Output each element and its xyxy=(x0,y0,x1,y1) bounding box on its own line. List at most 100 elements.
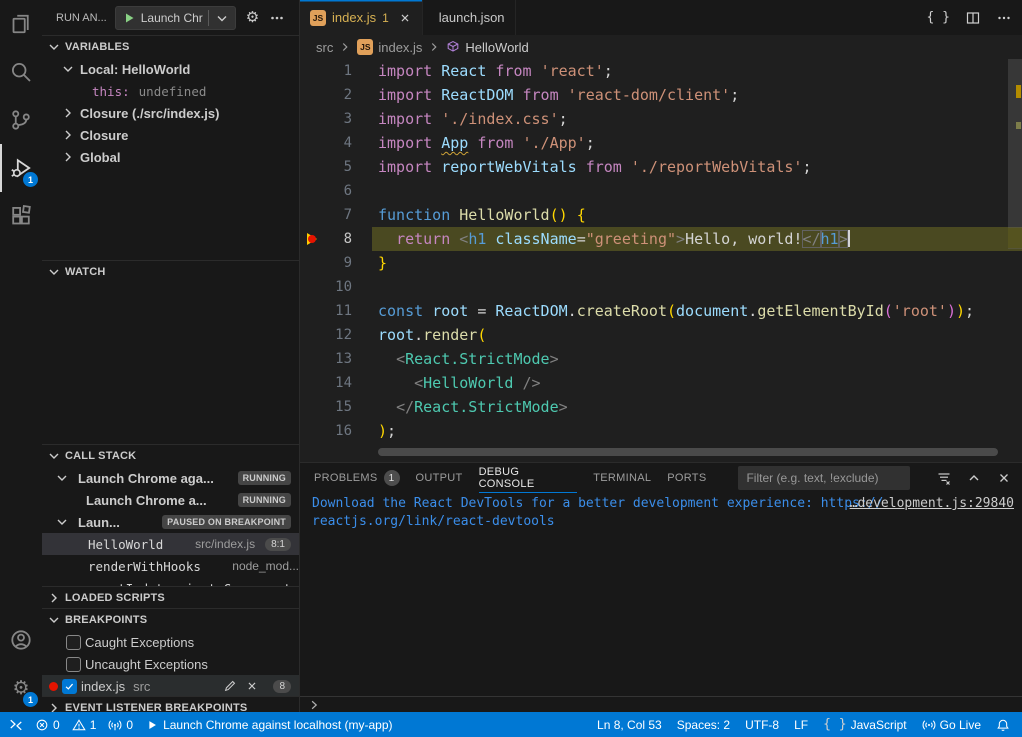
line-number[interactable]: 7 xyxy=(300,203,352,227)
launch-config-dropdown[interactable]: Launch Chr xyxy=(115,6,236,30)
section-header-breakpoints[interactable]: BREAKPOINTS xyxy=(42,609,299,631)
console-filter-input[interactable] xyxy=(738,466,910,490)
line-number[interactable]: 8 xyxy=(300,227,352,251)
breadcrumb-item[interactable]: src xyxy=(316,40,333,55)
section-header-loaded-scripts[interactable]: LOADED SCRIPTS xyxy=(42,587,299,608)
activity-bar-item-explorer[interactable] xyxy=(0,0,42,48)
code-token: root xyxy=(432,302,468,320)
activity-bar-item-source-control[interactable] xyxy=(0,96,42,144)
activity-bar-item-accounts[interactable] xyxy=(0,616,42,664)
activity-bar-item-run-and-debug[interactable]: 1 xyxy=(0,144,42,192)
horizontal-scrollbar[interactable] xyxy=(378,448,998,456)
section-breakpoints: BREAKPOINTS Caught Exceptions Uncaught E… xyxy=(42,608,299,696)
close-panel-icon[interactable] xyxy=(996,470,1012,486)
stack-frame-row[interactable]: HelloWorldsrc/index.js8:1 xyxy=(42,533,299,555)
status-encoding[interactable]: UTF-8 xyxy=(745,718,779,732)
panel-tab-terminal[interactable]: TERMINAL xyxy=(593,463,651,493)
panel-tab-ports[interactable]: PORTS xyxy=(667,463,706,493)
code-editor[interactable]: 1import React from 'react';2import React… xyxy=(300,59,1022,462)
tab-launch.json[interactable]: launch.json xyxy=(423,0,516,35)
files-icon xyxy=(9,12,33,36)
debug-session-row[interactable]: Launch Chrome aga...RUNNING xyxy=(42,467,299,489)
checkbox-unchecked[interactable] xyxy=(66,657,81,672)
panel-tab-problems[interactable]: PROBLEMS1 xyxy=(314,463,400,493)
code-line-9: 9} xyxy=(300,251,1022,275)
variable-row[interactable]: this:undefined xyxy=(42,80,299,102)
close-tab-icon[interactable] xyxy=(398,11,412,25)
code-token: Hello, world! xyxy=(685,230,802,248)
status-language-mode[interactable]: { }JavaScript xyxy=(823,717,907,732)
code-line-7: 7function HelloWorld() { xyxy=(300,203,1022,227)
line-number[interactable]: 16 xyxy=(300,419,352,443)
line-number[interactable]: 13 xyxy=(300,347,352,371)
console-source-link[interactable]: …development.js:29840 xyxy=(850,495,1014,513)
breadcrumb-item[interactable]: index.js xyxy=(378,40,422,55)
status-debug-status[interactable]: Launch Chrome against localhost (my-app) xyxy=(145,718,392,732)
line-number[interactable]: 10 xyxy=(300,275,352,299)
breakpoint-row[interactable]: index.jssrc8 xyxy=(42,675,299,696)
breadcrumb[interactable]: srcJSindex.jsHelloWorld xyxy=(300,35,1022,59)
overview-ruler-warning-mark xyxy=(1016,85,1021,98)
more-actions-button[interactable] xyxy=(996,10,1012,26)
status-forwarded-ports[interactable]: 0 xyxy=(108,718,133,732)
pencil-icon[interactable] xyxy=(223,679,237,693)
gear-icon[interactable]: ⚙ xyxy=(246,10,259,26)
activity-bar-item-extensions[interactable] xyxy=(0,192,42,240)
section-header-variables[interactable]: VARIABLES xyxy=(42,36,299,58)
breakpoint-actions: 8 xyxy=(223,679,299,693)
debug-session-row[interactable]: Launch Chrome a...RUNNING xyxy=(42,489,299,511)
section-header-watch[interactable]: WATCH xyxy=(42,261,299,283)
line-number[interactable]: 15 xyxy=(300,395,352,419)
clear-filter-icon[interactable] xyxy=(936,470,952,486)
variable-scope-row[interactable]: Global xyxy=(42,146,299,168)
section-header-event-listener-breakpoints[interactable]: EVENT LISTENER BREAKPOINTS xyxy=(42,697,299,712)
code-token xyxy=(432,110,441,128)
line-number[interactable]: 3 xyxy=(300,107,352,131)
debug-console-output[interactable]: Download the React DevTools for a better… xyxy=(300,495,1022,696)
breakpoint-line-badge: 8 xyxy=(273,680,291,693)
panel-tab-output[interactable]: OUTPUT xyxy=(416,463,463,493)
line-number[interactable]: 12 xyxy=(300,323,352,347)
checkbox-checked[interactable] xyxy=(62,679,77,694)
section-header-call-stack[interactable]: CALL STACK xyxy=(42,445,299,467)
status-warnings[interactable]: 1 xyxy=(72,718,97,732)
debug-session-row[interactable]: Laun...PAUSED ON BREAKPOINT xyxy=(42,511,299,533)
split-editor-button[interactable] xyxy=(965,10,981,26)
line-number[interactable]: 9 xyxy=(300,251,352,275)
line-number[interactable]: 4 xyxy=(300,131,352,155)
status-cursor-position[interactable]: Ln 8, Col 53 xyxy=(597,718,662,732)
stack-frame-row[interactable]: renderWithHooksnode_mod... xyxy=(42,555,299,577)
close-icon[interactable] xyxy=(245,679,259,693)
line-number[interactable]: 14 xyxy=(300,371,352,395)
status-go-live[interactable]: Go Live xyxy=(922,718,981,732)
variable-scope-row[interactable]: Closure xyxy=(42,124,299,146)
debug-console-input[interactable] xyxy=(300,696,1022,712)
editor-group: JSindex.js1launch.json { } srcJSindex.js… xyxy=(300,0,1022,712)
braces-button[interactable]: { } xyxy=(927,10,950,25)
variable-scope-row[interactable]: Closure (./src/index.js) xyxy=(42,102,299,124)
panel-tab-debug-console[interactable]: DEBUG CONSOLE xyxy=(479,463,578,493)
line-number[interactable]: 5 xyxy=(300,155,352,179)
breakpoint-option-row[interactable]: Caught Exceptions xyxy=(42,631,299,653)
checkbox-unchecked[interactable] xyxy=(66,635,81,650)
variable-scope-row[interactable]: Local: HelloWorld xyxy=(42,58,299,80)
status-indentation[interactable]: Spaces: 2 xyxy=(677,718,730,732)
stack-frame-row[interactable]: mountIndeterminateComponent xyxy=(42,577,299,586)
line-number[interactable]: 11 xyxy=(300,299,352,323)
maximize-panel-icon[interactable] xyxy=(966,470,982,486)
breadcrumb-item[interactable]: HelloWorld xyxy=(465,40,528,55)
line-number[interactable]: 6 xyxy=(300,179,352,203)
breakpoint-option-row[interactable]: Uncaught Exceptions xyxy=(42,653,299,675)
status-notifications[interactable] xyxy=(996,718,1010,732)
code-token: 'root' xyxy=(893,302,947,320)
tab-index.js[interactable]: JSindex.js1 xyxy=(300,0,423,35)
status-errors[interactable]: 0 xyxy=(35,718,60,732)
activity-bar-item-search[interactable] xyxy=(0,48,42,96)
activity-bar-item-settings[interactable]: ⚙1 xyxy=(0,664,42,712)
status-remote-indicator[interactable] xyxy=(9,718,23,732)
more-actions-icon[interactable] xyxy=(269,10,285,26)
line-number[interactable]: 1 xyxy=(300,59,352,83)
line-number[interactable]: 2 xyxy=(300,83,352,107)
status-eol[interactable]: LF xyxy=(794,718,808,732)
status-text: 0 xyxy=(53,718,60,732)
